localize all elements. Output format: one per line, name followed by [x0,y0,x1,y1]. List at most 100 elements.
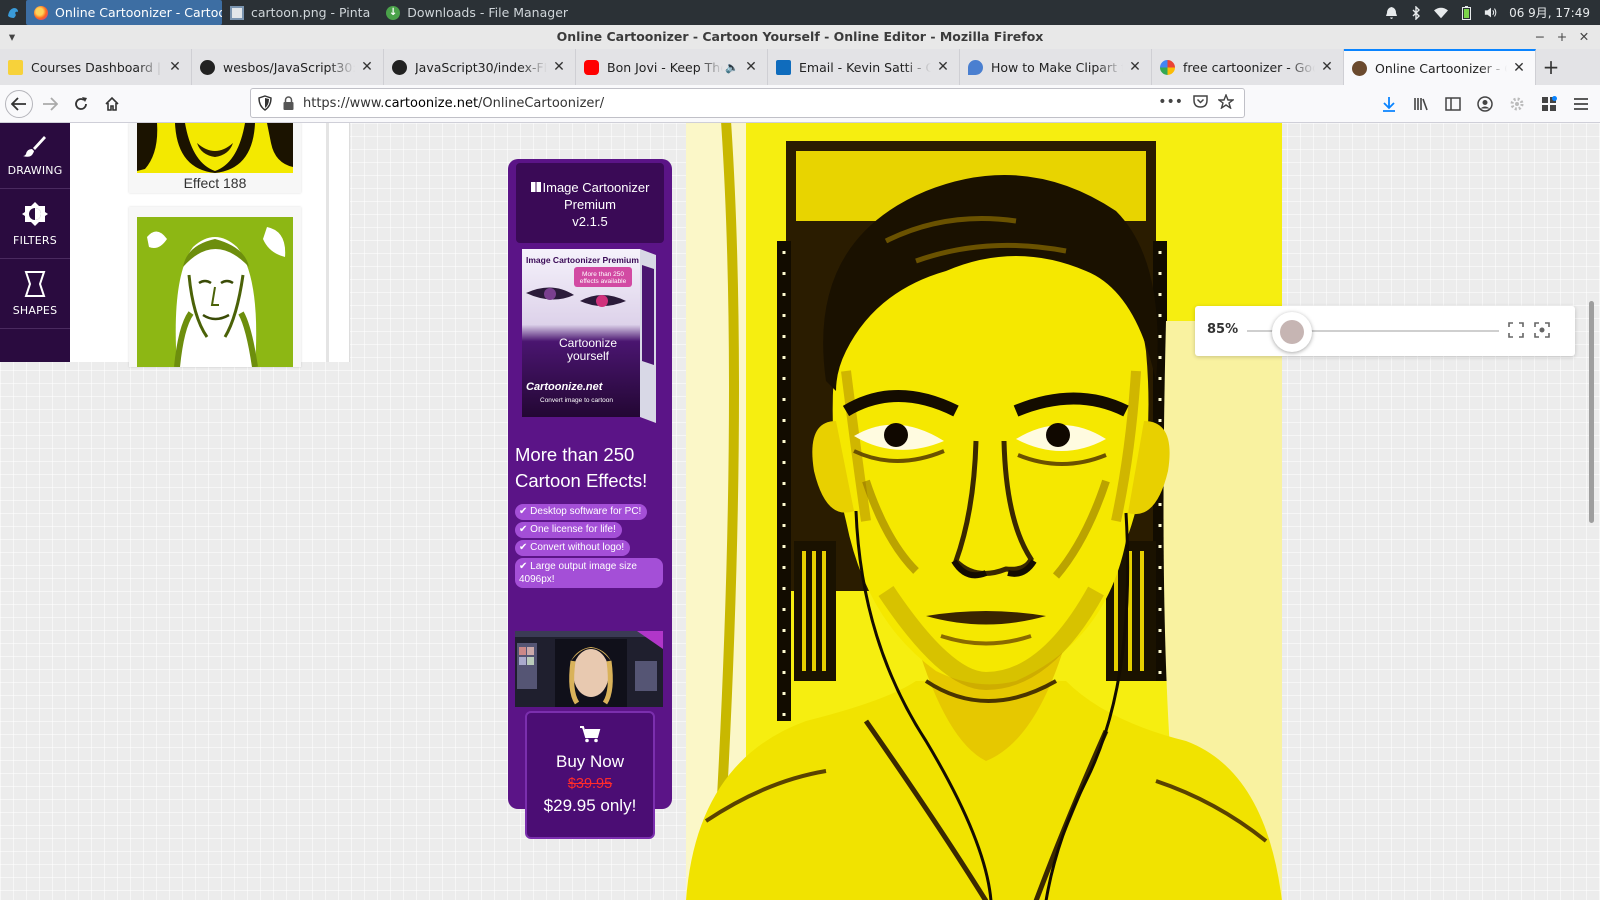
tab-outlook-email[interactable]: Email - Kevin Satti - Outlook ✕ [768,49,960,85]
taskbar-item-file-manager[interactable]: ↓ Downloads - File Manager [378,0,576,25]
tool-label: SHAPES [12,304,58,317]
pocket-icon[interactable] [1193,94,1208,113]
close-tab-icon[interactable]: ✕ [935,59,951,75]
close-window-button[interactable]: ✕ [1574,25,1594,49]
tool-drawing[interactable]: DRAWING [0,123,70,189]
feature-text: Large output image size 4096px! [519,561,637,585]
taskbar-item-label: Online Cartoonizer - Cartoon... [55,5,222,20]
window-menu-icon[interactable]: ▾ [2,25,22,49]
extensions-grid-icon[interactable] [1538,93,1560,115]
zoom-value: 85% [1207,322,1239,337]
window-title: Online Cartoonizer - Cartoon Yourself - … [556,29,1044,44]
minimize-button[interactable]: − [1530,25,1550,49]
feature-text: Desktop software for PC! [530,506,642,517]
tab-google-search[interactable]: free cartoonizer - Google ✕ [1152,49,1344,85]
taskbar-item-firefox[interactable]: Online Cartoonizer - Cartoon... [26,0,222,25]
tab-courses-dashboard[interactable]: Courses Dashboard | Wes Bos ✕ [0,49,192,85]
address-bar[interactable]: https://www.cartoonize.net/OnlineCartoon… [250,88,1245,118]
fit-screen-icon[interactable] [1507,321,1525,339]
actual-size-icon[interactable] [1533,321,1551,339]
lock-icon[interactable] [279,96,297,110]
premium-ad-panel[interactable]: Image Cartoonizer Premium v2.1.5 Image C… [508,159,672,839]
youtube-icon [584,59,599,75]
feature-item: ✔ Desktop software for PC! [515,504,648,520]
back-button[interactable] [5,89,33,118]
maximize-button[interactable]: + [1552,25,1572,49]
close-tab-icon[interactable]: ✕ [167,59,183,75]
close-tab-icon[interactable]: ✕ [1127,59,1143,75]
new-tab-button[interactable]: + [1536,49,1566,85]
buy-now-button[interactable]: Buy Now $39.95 $29.95 only! [525,711,655,839]
tab-make-clipart[interactable]: How to Make Clipart from ✕ [960,49,1152,85]
box-tagline: Cartoonize yourself [558,336,618,363]
feature-item: ✔ Large output image size 4096px! [515,558,663,588]
close-tab-icon[interactable]: ✕ [359,59,375,75]
library-icon[interactable] [1410,93,1432,115]
feature-text: One license for life! [530,524,616,535]
effect-preview-image [137,217,293,367]
close-tab-icon[interactable]: ✕ [1319,59,1335,75]
tab-label: How to Make Clipart from [991,59,1123,75]
home-button[interactable] [98,90,126,118]
bluetooth-icon[interactable] [1409,5,1423,20]
home-icon [105,96,119,111]
download-icon: ↓ [386,5,401,20]
tab-javascript30-index[interactable]: JavaScript30/index-FINISHED ✕ [384,49,576,85]
close-tab-icon[interactable]: ✕ [551,59,567,75]
shapes-icon [24,271,46,297]
clock[interactable]: 06 9月, 17:49 [1509,4,1590,21]
effects-scrollbar[interactable] [326,123,329,362]
cartoon-portrait-image [686,123,1282,900]
tool-shapes[interactable]: SHAPES [0,259,70,329]
ad-title-line1: Image Cartoonizer [542,180,650,195]
sidebar-toggle-icon[interactable] [1442,93,1464,115]
tab-wesbos-javascript30[interactable]: wesbos/JavaScript30: 30 Day ✕ [192,49,384,85]
ad-header: Image Cartoonizer Premium v2.1.5 [516,163,664,243]
filters-icon [22,202,48,226]
url-path: /OnlineCartoonizer/ [478,95,605,111]
box-logo: Cartoonize.net [526,381,603,393]
effect-thumbnail-green[interactable] [129,207,301,367]
speaker-icon[interactable]: 🔈 [725,61,739,74]
ad-version: v2.1.5 [572,214,608,229]
system-tray: 06 9月, 17:49 [1384,0,1590,25]
wifi-icon[interactable] [1434,6,1449,20]
tab-bon-jovi[interactable]: Bon Jovi - Keep The Faith 🔈 ✕ [576,49,768,85]
volume-icon[interactable] [1484,6,1498,20]
navigation-toolbar: https://www.cartoonize.net/OnlineCartoon… [0,85,1600,123]
reload-button[interactable] [67,90,95,118]
old-price: $39.95 [567,776,613,792]
effect-caption: Effect 188 [183,175,247,191]
taskbar-item-pinta[interactable]: cartoon.png - Pinta [222,0,378,25]
downloads-icon[interactable] [1378,93,1400,115]
extension-gear-icon[interactable] [1506,93,1528,115]
tracking-protection-shield-icon[interactable] [251,95,279,111]
arrow-right-icon [43,96,58,111]
effect-thumbnail-188[interactable]: Effect 188 [129,123,301,193]
tab-online-cartoonizer[interactable]: Online Cartoonizer - Cartoon ✕ [1344,49,1536,85]
close-tab-icon[interactable]: ✕ [1511,60,1527,76]
ad-headline: More than 250 Cartoon Effects! [515,444,648,491]
account-icon[interactable] [1474,93,1496,115]
cartoonized-image-canvas[interactable] [686,123,1282,900]
cartoon-face-favicon-icon [1352,60,1367,76]
close-tab-icon[interactable]: ✕ [743,59,759,75]
feature-item: ✔ One license for life! [515,522,622,538]
bookmark-star-icon[interactable] [1216,92,1236,113]
url-text[interactable]: https://www.cartoonize.net/OnlineCartoon… [297,96,1158,111]
hamburger-menu-icon[interactable] [1570,93,1592,115]
tool-filters[interactable]: FILTERS [0,189,70,259]
box-brand: Image Cartoonizer Premium [526,255,639,265]
battery-icon[interactable] [1459,5,1473,20]
software-screenshot-image [515,631,663,707]
tab-label: free cartoonizer - Google [1183,59,1315,75]
page-content: DRAWING FILTERS SHAPES Effect 188 Image … [0,123,1600,900]
notification-bell-icon[interactable] [1384,6,1398,20]
ad-title-line2: Premium [563,197,616,212]
zoom-slider-handle[interactable] [1272,312,1312,352]
page-scrollbar[interactable] [1589,301,1594,523]
crown-favicon-icon [8,59,23,75]
app-menu-button[interactable] [0,0,26,25]
forward-button[interactable] [36,90,64,118]
page-actions-icon[interactable]: ••• [1158,94,1183,113]
